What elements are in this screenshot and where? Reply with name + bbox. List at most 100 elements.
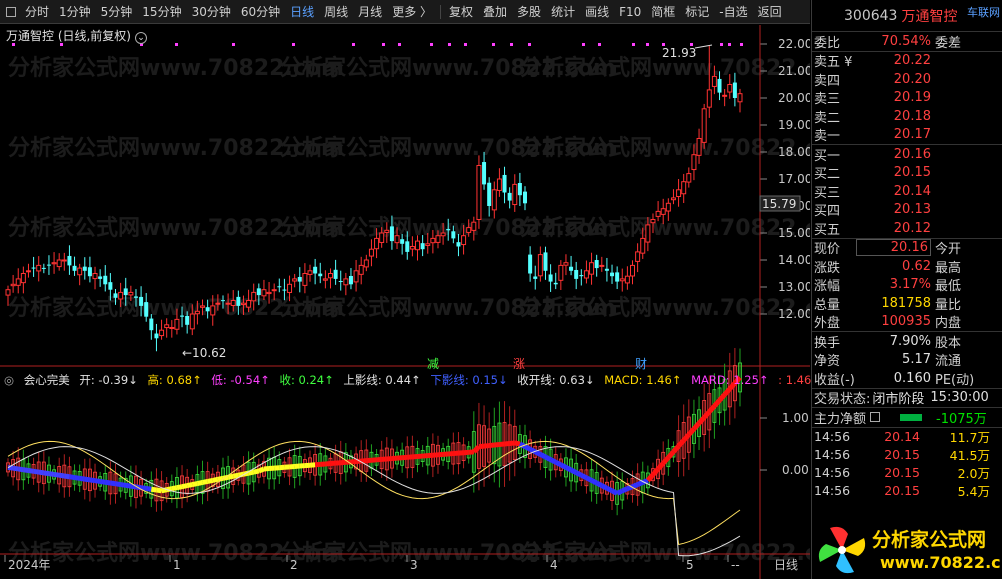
signal-label: 减 (427, 357, 439, 371)
stat2-row[interactable]: 收益(-) 0.160 PE(动) (812, 369, 1002, 388)
ask-row-label: 卖五 ¥ (814, 55, 853, 71)
candle-body (113, 293, 118, 298)
indicator-gear-icon[interactable]: ◎ (4, 373, 14, 387)
overlay-button[interactable]: 叠加 (478, 0, 512, 24)
f10-button[interactable]: F10 (614, 0, 646, 24)
candle-body (471, 221, 477, 231)
candle-body (287, 283, 293, 293)
tab-monthly[interactable]: 月线 (353, 0, 387, 24)
site-logo: 分析家公式网 www.70822.com (818, 526, 1001, 574)
tab-more[interactable]: 更多 〉 (387, 0, 437, 24)
window-icon[interactable] (6, 6, 16, 17)
tab-weekly[interactable]: 周线 (319, 0, 353, 24)
tick-p: 20.15 (884, 447, 920, 462)
ind-main-line (478, 443, 485, 450)
ind-main-line (534, 449, 542, 457)
stat-row[interactable]: 总量 181758 量比 (812, 294, 1002, 313)
bid-row[interactable]: 买一 20.16 (812, 145, 1002, 164)
indicator-name[interactable]: 会心完美 (24, 373, 70, 387)
tab-15min[interactable]: 15分钟 (137, 0, 186, 24)
bid-row[interactable]: 买二 20.15 (812, 164, 1002, 182)
ask-row[interactable]: 卖一 20.17 (812, 126, 1002, 144)
bid-row[interactable]: 买五 20.12 (812, 219, 1002, 238)
ind-main-line (580, 472, 588, 481)
candle-body (41, 267, 46, 269)
net-bar (900, 413, 923, 421)
simple-frame-button[interactable]: 简框 (646, 0, 680, 24)
ind-main-line (569, 467, 578, 475)
ind-main-line (248, 469, 255, 476)
candle-body (149, 318, 154, 331)
ind-main-line (514, 440, 521, 447)
multi-stock-button[interactable]: 多股 (512, 0, 546, 24)
stat-row[interactable]: 外盘 100935 内盘 (812, 313, 1002, 331)
signal-dot (598, 43, 601, 46)
tab-fenshi[interactable]: 分时 (20, 0, 54, 24)
candle-body (87, 267, 92, 277)
candle-body (456, 242, 461, 247)
stat2-row[interactable]: 净资 5.17 流通 (812, 351, 1002, 369)
tick-t: 14:56 (814, 429, 851, 444)
back-button[interactable]: 返回 (753, 0, 787, 24)
candle-body (717, 78, 722, 93)
trade-state: 闭市阶段 (872, 392, 925, 408)
candle-body (220, 300, 225, 302)
mark-button[interactable]: 标记 (680, 0, 714, 24)
candle-body (640, 237, 646, 254)
stats-button[interactable]: 统计 (546, 0, 580, 24)
ind-main-line (12, 465, 19, 472)
ind-main-line (712, 398, 722, 408)
price-axis-label: 19.00 (778, 118, 810, 132)
signal-dot (232, 43, 235, 46)
chevron-down-icon[interactable]: ⌄ (135, 32, 147, 44)
kline-chart[interactable]: 分析家公式网www.70822.com 分析家公式网www.70822.com 分析… (0, 25, 810, 579)
ask-row[interactable]: 卖三 20.19 (812, 89, 1002, 107)
tab-30min[interactable]: 30分钟 (187, 0, 236, 24)
stat2-row[interactable]: 换手 7.90% 股本 (812, 332, 1002, 351)
stat-row[interactable]: 涨幅 3.17% 最低 (812, 276, 1002, 294)
ask-row[interactable]: 卖二 20.18 (812, 107, 1002, 126)
stat-row[interactable]: 现价 20.16 今开 (812, 239, 1002, 257)
bid-row[interactable]: 买三 20.14 (812, 182, 1002, 201)
chart-title-text: 万通智控 (日线,前复权) (6, 29, 131, 43)
signal-dot (430, 43, 433, 46)
ind-upper-shadow: 上影线: 0.44↑ (343, 373, 421, 387)
draw-line-button[interactable]: 画线 (580, 0, 614, 24)
fuquan-button[interactable]: 复权 (444, 0, 478, 24)
list-icon[interactable] (870, 412, 881, 423)
tick-v: 11.7万 (949, 430, 990, 445)
pinwheel-icon (818, 526, 866, 574)
candle-body (466, 227, 472, 233)
time-axis-label: -- (731, 558, 740, 572)
price-axis-label: 13.00 (778, 280, 810, 294)
time-axis-label: 2024年 (8, 558, 51, 572)
tab-5min[interactable]: 5分钟 (96, 0, 138, 24)
candle-body (56, 259, 62, 268)
stat-row[interactable]: 涨跌 0.62 最高 (812, 257, 1002, 276)
candle-body (103, 275, 108, 285)
stats2-list: 换手 7.90% 股本 净资 5.17 流通 收益(-) 0.160 PE(动) (812, 332, 1002, 388)
concept-badge[interactable]: 车联网 (967, 4, 1000, 20)
candle-body (185, 315, 190, 325)
candle-body (615, 272, 620, 282)
candle-body (240, 302, 246, 306)
candle-body (676, 189, 682, 197)
candle-body (660, 208, 666, 215)
stat2-row-label: 换手 (814, 335, 841, 351)
chart-title: 万通智控 (日线,前复权) ⌄ (6, 27, 147, 44)
watchlist-button[interactable]: -自选 (714, 0, 752, 24)
signal-dot (382, 43, 385, 46)
tab-1min[interactable]: 1分钟 (54, 0, 96, 24)
ask-row[interactable]: 卖四 20.20 (812, 70, 1002, 89)
candle-body (624, 275, 630, 284)
signal-dot (492, 43, 495, 46)
ind-main-line (559, 462, 568, 470)
bid-row[interactable]: 买四 20.13 (812, 201, 1002, 219)
candle-body (246, 300, 252, 308)
tab-60min[interactable]: 60分钟 (236, 0, 285, 24)
ask-row[interactable]: 卖五 ¥ 20.22 (812, 52, 1002, 71)
candle-body (563, 262, 569, 266)
ind-main-line (257, 466, 265, 474)
tab-daily[interactable]: 日线 (285, 0, 319, 24)
stat-row-label: 涨跌 (814, 260, 841, 276)
